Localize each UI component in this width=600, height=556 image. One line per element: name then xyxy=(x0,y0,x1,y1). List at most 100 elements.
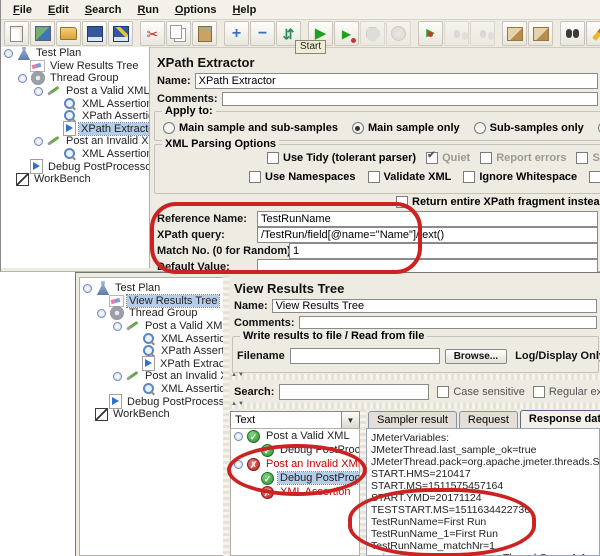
cut-button[interactable]: ✂ xyxy=(140,21,165,46)
comments-label: Comments: xyxy=(157,93,218,105)
reference-name-input[interactable] xyxy=(257,211,598,227)
tree-node-post-valid-xml[interactable]: Post a Valid XML xyxy=(80,320,224,333)
expand-knob[interactable] xyxy=(4,48,13,58)
search-input[interactable] xyxy=(279,384,430,400)
expand-knob[interactable] xyxy=(234,459,243,469)
menu-search[interactable]: Search xyxy=(77,2,130,18)
collapse-all-button[interactable]: − xyxy=(250,21,275,46)
expand-knob[interactable] xyxy=(34,136,43,146)
ignore-whitespace-checkbox[interactable]: Ignore Whitespace xyxy=(463,171,577,183)
result-node-debug-postprocessor[interactable]: ✓Debug PostProcessor xyxy=(231,443,359,457)
fetch-dtds-checkbox[interactable]: Fetch external DTDs xyxy=(589,171,600,183)
tab-request[interactable]: Request xyxy=(458,411,518,428)
menu-file[interactable]: File xyxy=(5,2,40,18)
expand-all-button[interactable]: + xyxy=(224,21,249,46)
filename-input[interactable] xyxy=(289,348,440,364)
clear-all-button[interactable] xyxy=(528,21,553,46)
tree-node-debug-postprocessor[interactable]: Debug PostProcessor xyxy=(1,159,149,175)
remote-start-all-button[interactable]: ▶ xyxy=(418,21,443,46)
radio-main-and-sub[interactable]: Main sample and sub-samples xyxy=(163,122,338,134)
open-button[interactable] xyxy=(56,21,81,46)
radio-sub-only[interactable]: Sub-samples only xyxy=(473,122,584,134)
tree-node-xml-assertion-2[interactable]: XML Assertion xyxy=(80,383,224,396)
validate-xml-checkbox[interactable]: Validate XML xyxy=(367,171,451,183)
result-node-xml-assertion[interactable]: ✗ XML Assertion xyxy=(231,485,359,499)
tree-node-view-results-tree[interactable]: View Results Tree xyxy=(1,59,149,73)
comments-input[interactable] xyxy=(221,92,598,106)
tree-node-thread-group[interactable]: Thread Group xyxy=(80,306,224,321)
remote-shutdown-all-button xyxy=(470,21,495,46)
tree-node-xml-assertion[interactable]: XML Assertion xyxy=(1,97,149,110)
tree-node-post-invalid-xml[interactable]: Post an Invalid XML xyxy=(80,370,224,383)
menu-help[interactable]: Help xyxy=(224,2,264,18)
result-node-post-invalid-xml[interactable]: ✗ Post an Invalid XML xyxy=(231,457,359,471)
expand-knob[interactable] xyxy=(113,371,122,381)
search-reset-button[interactable] xyxy=(586,21,600,46)
return-fragment-checkbox[interactable]: Return entire XPath fragment instead of … xyxy=(396,196,600,208)
chevron-down-icon[interactable]: ▼ xyxy=(341,412,359,428)
name-label: Name: xyxy=(234,300,268,312)
tab-sampler-result[interactable]: Sampler result xyxy=(368,411,457,428)
test-plan-tree: Test Plan View Results Tree Thread Group… xyxy=(1,47,150,268)
paste-button[interactable] xyxy=(192,21,217,46)
sampler-icon xyxy=(126,319,140,333)
tree-node-view-results-tree[interactable]: View Results Tree xyxy=(80,293,224,308)
clear-button[interactable] xyxy=(502,21,527,46)
thread-group-icon xyxy=(31,71,45,86)
menu-edit[interactable]: Edit xyxy=(40,2,77,18)
result-node-debug-postprocessor-2[interactable]: ✓Debug PostProcessor xyxy=(231,471,359,485)
save-button[interactable] xyxy=(82,21,107,46)
menu-options[interactable]: Options xyxy=(167,2,225,18)
expand-knob[interactable] xyxy=(18,73,27,83)
start-no-pauses-button[interactable]: ▶ xyxy=(334,21,359,46)
copy-button[interactable] xyxy=(166,21,191,46)
xpath-query-input[interactable] xyxy=(257,227,598,243)
result-node-post-valid-xml[interactable]: ✓ Post a Valid XML xyxy=(231,429,359,443)
tree-node-xpath-extractor[interactable]: XPath Extractor xyxy=(1,121,149,137)
apply-to-legend: Apply to: xyxy=(162,105,216,117)
expand-knob[interactable] xyxy=(234,431,243,441)
checkbox-icon xyxy=(576,152,589,164)
name-input[interactable] xyxy=(271,299,597,313)
tree-node-workbench[interactable]: WorkBench xyxy=(80,407,224,421)
horizontal-splitter-2[interactable]: ▲▼ xyxy=(229,401,600,409)
use-namespaces-checkbox[interactable]: Use Namespaces xyxy=(249,171,356,183)
radio-main-only[interactable]: Main sample only xyxy=(351,122,460,134)
tree-node-xml-assertion-2[interactable]: XML Assertion xyxy=(1,148,149,161)
tab-response-data[interactable]: Response data xyxy=(519,410,600,428)
tree-node-xml-assertion[interactable]: XML Assertion xyxy=(80,332,224,345)
tree-node-test-plan[interactable]: Test Plan xyxy=(1,47,149,61)
tree-node-post-invalid-xml[interactable]: Post an Invalid XML xyxy=(1,135,149,148)
name-input[interactable] xyxy=(194,73,598,89)
templates-button[interactable] xyxy=(30,21,55,46)
save-as-icon xyxy=(112,25,129,42)
radio-icon xyxy=(163,122,175,134)
case-sensitive-checkbox[interactable]: Case sensitive xyxy=(437,386,525,398)
tree-node-xpath-extractor[interactable]: XPath Extractor xyxy=(80,356,224,372)
expand-knob[interactable] xyxy=(83,283,92,293)
expand-knob[interactable] xyxy=(34,86,43,96)
splitter-arrows-icon[interactable]: ▲▼ xyxy=(231,401,245,407)
horizontal-splitter[interactable]: ▲▼ xyxy=(229,372,600,380)
remote-stop-all-button xyxy=(444,21,469,46)
radio-icon xyxy=(473,122,486,134)
menu-run[interactable]: Run xyxy=(129,2,166,18)
use-tidy-checkbox[interactable]: Use Tidy (tolerant parser) xyxy=(267,152,416,164)
tree-node-post-valid-xml[interactable]: Post a Valid XML xyxy=(1,85,149,98)
comments-input[interactable] xyxy=(298,316,597,329)
splitter-arrows-icon[interactable]: ▲▼ xyxy=(231,372,245,378)
tree-node-thread-group[interactable]: Thread Group xyxy=(1,71,149,86)
binoculars-icon xyxy=(566,29,572,38)
expand-knob[interactable] xyxy=(97,308,106,318)
tree-node-debug-postprocessor[interactable]: Debug PostProcessor xyxy=(80,394,224,410)
save-as-button[interactable] xyxy=(108,21,133,46)
new-button[interactable] xyxy=(4,21,29,46)
view-mode-dropdown[interactable]: Text ▼ xyxy=(230,411,360,429)
tree-node-workbench[interactable]: WorkBench xyxy=(1,172,149,186)
browse-button[interactable]: Browse... xyxy=(444,348,508,364)
regular-exp-checkbox[interactable]: Regular exp. xyxy=(532,386,600,398)
tree-node-test-plan[interactable]: Test Plan xyxy=(80,281,224,296)
search-toolbar-button[interactable] xyxy=(560,21,585,46)
expand-knob[interactable] xyxy=(113,321,122,331)
match-no-input[interactable] xyxy=(289,243,598,259)
